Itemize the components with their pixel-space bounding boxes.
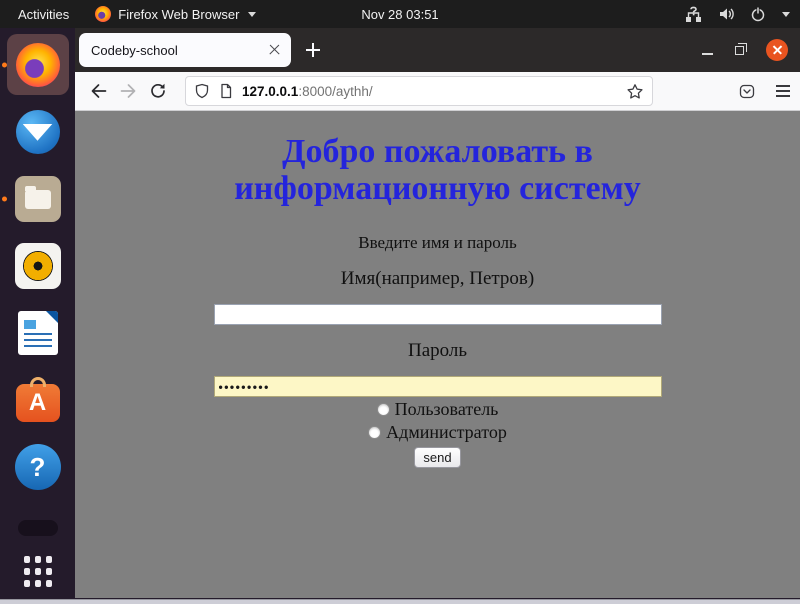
radio-row-admin[interactable]: Администратор <box>75 422 800 443</box>
dock-item-help[interactable]: ? <box>7 437 69 498</box>
caret-down-icon <box>782 12 790 17</box>
pocket-shield-icon[interactable] <box>738 83 756 100</box>
admin-radio-label: Администратор <box>386 422 507 443</box>
new-tab-button[interactable] <box>303 40 323 60</box>
url-host: 127.0.0.1 <box>242 84 298 99</box>
dock-item-files[interactable] <box>7 168 69 229</box>
restore-button[interactable] <box>735 46 744 55</box>
app-grid-icon <box>24 556 52 587</box>
libreoffice-writer-icon <box>18 311 58 355</box>
tab-bar: Codeby-school <box>75 28 800 72</box>
files-icon <box>15 176 61 222</box>
window-bottom-edge <box>0 599 800 604</box>
dock-item-libreoffice-writer[interactable] <box>7 303 69 364</box>
running-indicator-dot <box>2 62 7 67</box>
password-label: Пароль <box>75 340 800 362</box>
dock-hidden-item <box>18 520 58 536</box>
url-path: :8000/aythh/ <box>298 84 372 99</box>
back-button[interactable] <box>83 76 113 106</box>
running-indicator-dot <box>2 196 7 201</box>
dock-item-thunderbird[interactable] <box>7 101 69 162</box>
name-input[interactable] <box>214 304 662 325</box>
url-text[interactable]: 127.0.0.1:8000/aythh/ <box>242 84 626 99</box>
admin-radio-button[interactable] <box>368 426 381 439</box>
forward-button[interactable] <box>113 76 143 106</box>
forward-arrow-icon <box>120 83 137 99</box>
dock-item-app-grid[interactable] <box>7 536 69 593</box>
password-input[interactable] <box>214 376 662 397</box>
network-question-icon <box>684 6 704 23</box>
minimize-button[interactable] <box>702 53 713 55</box>
window-close-button[interactable] <box>766 39 788 61</box>
firefox-icon <box>16 43 60 87</box>
send-button[interactable]: send <box>414 447 460 468</box>
shield-icon[interactable] <box>194 83 210 99</box>
help-icon: ? <box>15 444 61 490</box>
radio-row-user[interactable]: Пользователь <box>75 399 800 420</box>
thunderbird-icon <box>16 110 60 154</box>
ubuntu-software-icon: A <box>16 384 60 422</box>
firefox-window: Codeby-school <box>75 28 800 599</box>
login-instruction: Введите имя и пароль <box>75 233 800 253</box>
power-icon <box>750 6 766 22</box>
web-page-content: Добро пожаловать в информационную систем… <box>75 111 800 598</box>
tab-codeby-school[interactable]: Codeby-school <box>79 33 291 67</box>
menu-hamburger-icon[interactable] <box>776 85 790 97</box>
tab-title: Codeby-school <box>91 43 269 58</box>
dock-item-firefox[interactable] <box>7 34 69 95</box>
page-title: Добро пожаловать в информационную систем… <box>165 133 710 207</box>
page-info-icon[interactable] <box>218 83 234 99</box>
name-label: Имя(например, Петров) <box>75 268 800 290</box>
nav-toolbar: 127.0.0.1:8000/aythh/ <box>75 72 800 111</box>
user-radio-button[interactable] <box>377 403 390 416</box>
system-tray[interactable] <box>684 0 790 28</box>
user-radio-label: Пользователь <box>395 399 499 420</box>
rhythmbox-icon <box>15 243 61 289</box>
reload-icon <box>149 82 167 100</box>
dock-item-rhythmbox[interactable] <box>7 235 69 296</box>
back-arrow-icon <box>90 83 107 99</box>
address-bar[interactable]: 127.0.0.1:8000/aythh/ <box>185 76 653 106</box>
reload-button[interactable] <box>143 76 173 106</box>
bookmark-star-icon[interactable] <box>626 83 644 100</box>
dock-item-ubuntu-software[interactable]: A <box>7 370 69 431</box>
dock: A ? <box>0 28 75 599</box>
system-top-panel: Activities Firefox Web Browser Nov 28 03… <box>0 0 800 28</box>
clock[interactable]: Nov 28 03:51 <box>0 7 800 22</box>
volume-icon <box>718 6 736 22</box>
tab-close-icon[interactable] <box>269 44 281 56</box>
